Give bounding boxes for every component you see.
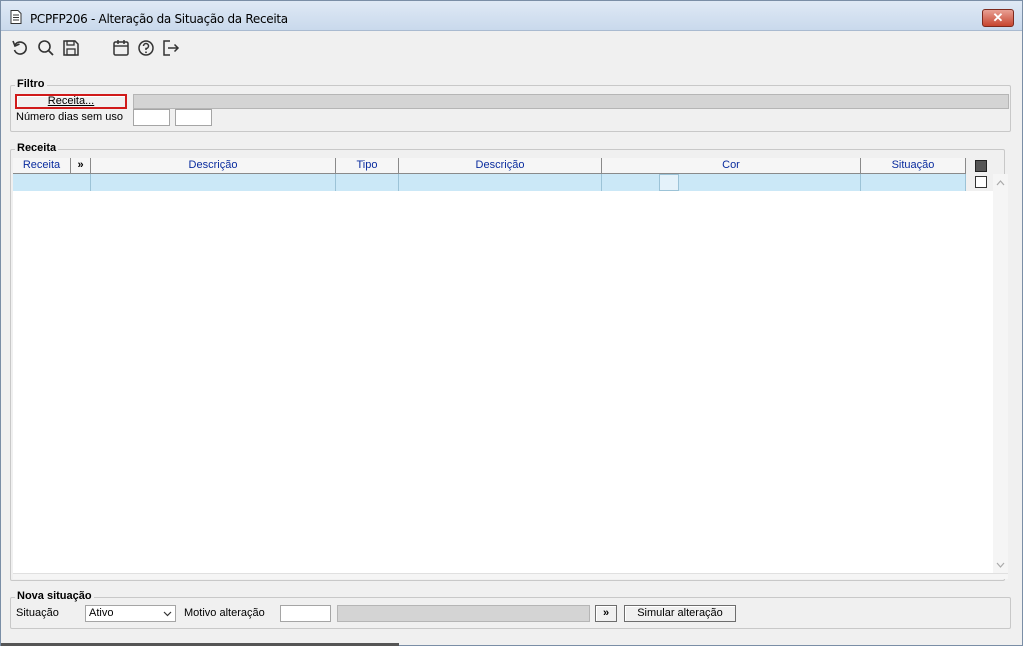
col-descricao-tipo[interactable]: Descrição (399, 158, 602, 174)
row-cell-tipo[interactable] (336, 174, 399, 191)
simular-alteracao-button[interactable]: Simular alteração (624, 605, 736, 622)
col-situacao[interactable]: Situação (861, 158, 966, 174)
col-cor[interactable]: Cor (602, 158, 861, 174)
row-cell-situacao[interactable] (861, 174, 966, 191)
row-color-swatch (659, 174, 679, 191)
motivo-lookup-button[interactable]: » (595, 605, 617, 622)
motivo-description-field (337, 605, 590, 622)
situacao-select[interactable]: Ativo (85, 605, 176, 622)
row-checkbox[interactable] (975, 176, 987, 188)
col-descricao[interactable]: Descrição (91, 158, 336, 174)
dias-from-input[interactable] (133, 109, 170, 126)
scroll-up-icon[interactable] (996, 180, 1005, 186)
select-all-checkbox[interactable] (975, 160, 987, 172)
grid-body (13, 191, 993, 573)
toolbar (1, 32, 1022, 62)
receita-button-label: Receita... (47, 95, 95, 107)
col-expand-button[interactable]: » (71, 158, 91, 174)
col-tipo[interactable]: Tipo (336, 158, 399, 174)
situacao-label: Situação (16, 607, 59, 619)
horizontal-scrollbar[interactable] (13, 573, 1008, 579)
document-icon (10, 10, 22, 24)
simular-alteracao-label: Simular alteração (637, 607, 723, 619)
main-window: PCPFP206 - Alteração da Situação da Rece… (0, 0, 1023, 646)
dias-to-input[interactable] (175, 109, 212, 126)
exit-icon[interactable] (162, 39, 180, 57)
window-title: PCPFP206 - Alteração da Situação da Rece… (30, 12, 288, 26)
row-cell-descricao[interactable] (91, 174, 336, 191)
title-bar: PCPFP206 - Alteração da Situação da Rece… (1, 1, 1022, 31)
search-icon[interactable] (37, 39, 55, 57)
nova-situacao-legend: Nova situação (15, 590, 94, 603)
close-button[interactable]: ✕ (982, 9, 1014, 27)
motivo-label: Motivo alteração (184, 607, 265, 619)
help-icon[interactable] (137, 39, 155, 57)
col-receita[interactable]: Receita (13, 158, 71, 174)
row-cell-receita[interactable] (13, 174, 91, 191)
situacao-select-value: Ativo (89, 607, 114, 619)
undo-icon[interactable] (11, 39, 29, 57)
calendar-icon[interactable] (112, 39, 130, 57)
chevron-down-icon (163, 611, 172, 617)
scroll-down-icon[interactable] (996, 562, 1005, 568)
motivo-code-input[interactable] (280, 605, 331, 622)
receita-button[interactable]: Receita... (15, 94, 127, 109)
receita-description-field (133, 94, 1009, 109)
filtro-legend: Filtro (15, 78, 47, 91)
row-cell-descricao-tipo[interactable] (399, 174, 602, 191)
receita-legend: Receita (15, 142, 59, 155)
dias-label: Número dias sem uso (16, 111, 123, 123)
row-cell-cor[interactable] (602, 174, 861, 191)
save-icon[interactable] (62, 39, 80, 57)
vertical-scrollbar[interactable] (993, 174, 1008, 574)
